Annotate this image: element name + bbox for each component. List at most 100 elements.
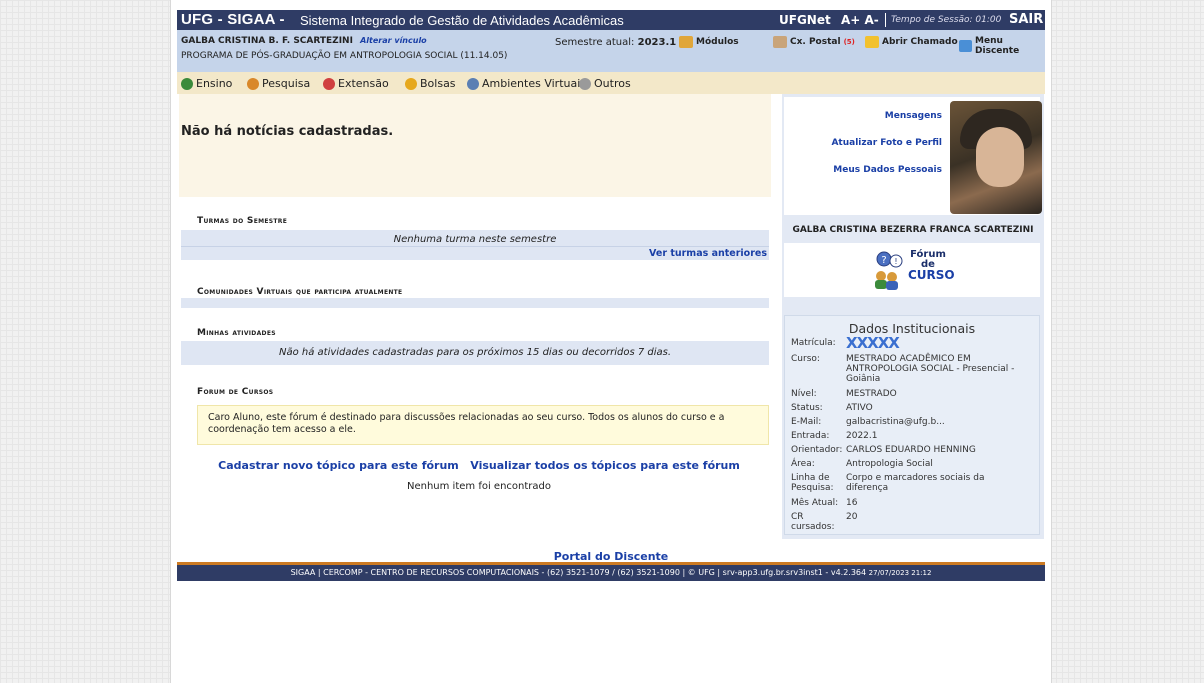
user-icon [405,77,417,90]
data-value: galbacristina@ufg.b... [846,417,945,427]
flask-icon [247,77,259,90]
footer-timestamp: 27/07/2023 21:12 [868,569,932,577]
update-photo-link[interactable]: Atualizar Foto e Perfil [831,138,942,148]
communities-table [181,298,769,308]
book-icon [181,77,193,90]
new-topic-link[interactable]: Cadastrar novo tópico para este fórum [218,459,459,472]
modules-button[interactable]: Módulos [679,36,739,48]
section-title-forum: Forum de Cursos [197,387,274,397]
forum-curso-banner[interactable]: ? ! Fórum de CURSO [784,243,1040,297]
menu-item-pesquisa[interactable]: Pesquisa [247,77,310,90]
semester-value: 2023.1 [637,37,677,48]
ufgnet-link[interactable]: UFGNet [779,13,831,27]
data-row: Status: ATIVO [791,403,1026,413]
forum-description-box: Caro Aluno, este fórum é destinado para … [197,405,769,445]
data-value: MESTRADO [846,389,897,399]
data-label: Nível: [791,389,817,399]
mailbox-button[interactable]: Cx. Postal (5) [773,36,855,48]
data-row: Linha de Pesquisa: Corpo e marcadores so… [791,473,1026,493]
data-value: Antropologia Social [846,459,933,469]
semester-label: Semestre atual: [555,37,635,48]
classes-table: Nenhuma turma neste semestre Ver turmas … [181,230,769,260]
profile-full-name: GALBA CRISTINA BEZERRA FRANCA SCARTEZINI [792,225,1034,235]
profile-panel: Mensagens Atualizar Foto e Perfil Meus D… [782,94,1044,539]
data-row: Orientador: CARLOS EDUARDO HENNING [791,445,1026,455]
data-value: 2022.1 [846,431,878,441]
data-label: Entrada: [791,431,830,441]
classes-empty: Nenhuma turma neste semestre [393,234,557,245]
forum-curso-text: Fórum de CURSO [908,250,955,282]
menu-item-outros[interactable]: Outros [579,77,631,90]
student-menu-button[interactable]: Menu Discente [959,36,1045,56]
modules-label: Módulos [696,37,739,47]
change-link-link[interactable]: Alterar vínculo [360,36,427,45]
menu-label: Pesquisa [262,77,311,90]
data-label: Área: [791,459,815,469]
menu-label: Bolsas [420,77,456,90]
institutional-title: Dados Institucionais [848,321,976,336]
app-subtitle: Sistema Integrado de Gestão de Atividade… [300,13,624,28]
mailbox-label: Cx. Postal [790,37,841,47]
data-label: CR cursados: [791,512,835,532]
menu-item-ensino[interactable]: Ensino [181,77,232,90]
menu-label: Ambientes Virtuais [482,77,587,90]
data-row: E-Mail: galbacristina@ufg.b... [791,417,1026,427]
activities-empty: Não há atividades cadastradas para os pr… [278,347,672,358]
menu-item-extensao[interactable]: Extensão [323,77,389,90]
footer: SIGAA | CERCOMP - CENTRO DE RECURSOS COM… [177,562,1045,581]
profile-header: Mensagens Atualizar Foto e Perfil Meus D… [784,97,1042,215]
menu-item-bolsas[interactable]: Bolsas [405,77,456,90]
mailbox-count: (5) [843,38,855,46]
messages-link[interactable]: Mensagens [885,111,942,121]
data-value: XXXXX [846,336,1026,351]
data-value: MESTRADO ACADÊMICO EM ANTROPOLOGIA SOCIA… [846,354,1015,384]
view-all-topics-link[interactable]: Visualizar todos os tópicos para este fó… [470,459,740,472]
personal-data-link[interactable]: Meus Dados Pessoais [833,165,942,175]
footer-text: SIGAA | CERCOMP - CENTRO DE RECURSOS COM… [290,568,867,577]
menu-label: Extensão [338,77,389,90]
mailbox-icon [773,36,787,48]
data-row: Curso: MESTRADO ACADÊMICO EM ANTROPOLOGI… [791,354,1026,384]
heart-icon [323,77,335,90]
face [976,127,1024,187]
program-name: PROGRAMA DE PÓS-GRADUAÇÃO EM ANTROPOLOGI… [181,51,508,61]
data-label: Linha de Pesquisa: [791,473,834,493]
section-title-activities: Minhas atividades [197,328,276,338]
data-row: Área: Antropologia Social [791,459,1026,469]
student-menu-label: Menu Discente [975,36,1020,56]
data-label: Mês Atual: [791,498,839,508]
svg-text:?: ? [881,255,886,266]
main-menu: Ensino Pesquisa Extensão Bolsas Ambiente… [177,72,1045,94]
previous-classes-link[interactable]: Ver turmas anteriores [649,248,767,259]
data-value: CARLOS EDUARDO HENNING [846,445,976,455]
forum-logo-line3: CURSO [908,268,955,282]
data-value: 20 [846,512,858,522]
data-value: Corpo e marcadores sociais da diferença [846,473,985,493]
data-label: Orientador: [791,445,843,455]
font-size-controls[interactable]: A+ A- [841,13,879,27]
section-title-communities: Comunidades Virtuais que participa atual… [197,287,403,297]
open-ticket-label: Abrir Chamado [882,37,958,47]
data-row: CR cursados: 20 [791,512,1026,532]
svg-text:!: ! [894,257,897,266]
news-empty-message: Não há notícias cadastradas. [181,124,394,139]
data-row: Entrada: 2022.1 [791,431,1026,441]
user-info: GALBA CRISTINA B. F. SCARTEZINI Alterar … [181,36,427,46]
network-icon [467,77,479,90]
menu-label: Outros [594,77,631,90]
section-title-classes: Turmas do Semestre [197,216,288,226]
menu-item-ambientes[interactable]: Ambientes Virtuais [467,77,586,90]
logout-button[interactable]: SAIR [1009,12,1043,27]
data-value: ATIVO [846,403,873,413]
data-label: E-Mail: [791,417,822,427]
top-bar: UFG - SIGAA - Sistema Integrado de Gestã… [177,10,1045,30]
gears-icon [579,77,591,90]
session-timer: Tempo de Sessão: 01:00 [891,15,1002,25]
data-label: Status: [791,403,823,413]
menu-icon [959,40,973,52]
avatar [950,101,1042,214]
open-ticket-button[interactable]: Abrir Chamado [865,36,958,48]
user-bar: GALBA CRISTINA B. F. SCARTEZINI Alterar … [177,30,1045,72]
forum-empty: Nenhum item foi encontrado [406,481,551,492]
divider [181,246,769,247]
